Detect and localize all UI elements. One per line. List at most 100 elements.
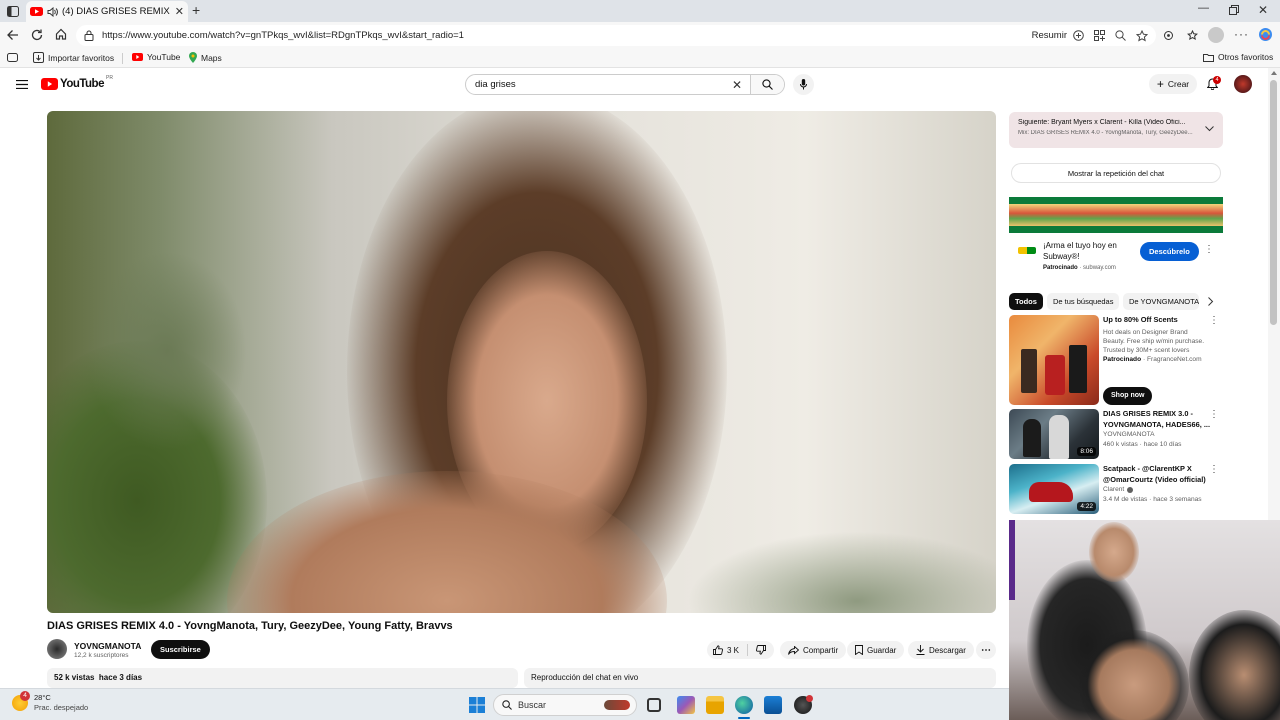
extensions-icon[interactable] [1163,30,1174,41]
like-divider [747,644,749,656]
item-more-icon[interactable]: ⋮ [1209,315,1219,326]
thumbs-down-icon [756,645,766,655]
ad-domain: subway.com [1083,265,1116,271]
account-avatar[interactable] [1234,75,1252,93]
chip-todos[interactable]: Todos [1009,293,1043,310]
copilot-icon[interactable] [1258,27,1273,42]
other-favorites[interactable]: Otros favoritos [1203,52,1273,62]
chip-from-channel[interactable]: De YOVNGMANOTA [1123,293,1199,310]
more-menu-icon[interactable]: ··· [1234,27,1249,41]
app-badge-icon [806,695,813,702]
item-more-icon[interactable]: ⋮ [1209,464,1219,475]
profile-avatar-icon[interactable] [1208,27,1224,43]
weather-widget[interactable]: 4 28°C Prac. despejado [12,691,88,713]
subscribe-button[interactable]: Suscribirse [151,640,210,659]
minimize-icon[interactable]: — [1198,2,1209,14]
item-more-icon[interactable]: ⋮ [1209,409,1219,420]
video-info: Scatpack - @ClarentKP X @OmarCourtz (Vid… [1103,464,1211,504]
copilot-summary-icon[interactable] [1073,30,1084,41]
list-item[interactable]: 8:06 DIAS GRISES REMIX 3.0 - YOVNGMANOTA… [1009,409,1223,459]
video-thumbnail[interactable]: 8:06 [1009,409,1099,459]
more-actions-button[interactable]: ⋯ [976,641,996,659]
search-input[interactable]: dia grises [466,79,732,90]
taskbar-search[interactable]: Buscar [493,694,637,716]
channel-avatar[interactable] [47,639,67,659]
taskbar-search-label: Buscar [518,700,547,710]
video-item-title: DIAS GRISES REMIX 3.0 - YOVNGMANOTA, HAD… [1103,409,1211,429]
ad-sponsored-label: Patrocinado [1043,265,1078,271]
ad-more-icon[interactable]: ⋮ [1204,244,1214,255]
tab-actions-icon[interactable] [6,5,20,17]
create-button[interactable]: + Crear [1149,74,1197,94]
channel-name[interactable]: YOVNGMANOTA [74,641,141,651]
youtube-favicon-icon [30,7,43,16]
browser-tab[interactable]: (4) DIAS GRISES REMIX 4.0 · ✕ [26,1,188,22]
create-label: Crear [1167,79,1190,89]
search-button[interactable] [750,75,784,94]
favorite-star-icon[interactable] [1136,29,1148,42]
search-box: dia grises ✕ [465,74,785,95]
scrollbar-thumb[interactable] [1270,80,1277,325]
video-player[interactable] [47,111,996,613]
file-explorer-icon[interactable] [706,696,724,714]
bookmark-maps[interactable]: Maps [189,52,222,63]
bookmark-import[interactable]: Importar favoritos [33,52,114,63]
views-date: 52 k vistas hace 3 días [54,673,143,682]
close-window-icon[interactable]: ✕ [1258,3,1268,17]
restore-icon[interactable] [1229,5,1239,15]
site-info-icon[interactable] [84,30,94,41]
audio-playing-icon[interactable] [47,6,58,17]
new-tab-icon[interactable]: + [192,2,200,18]
home-icon[interactable] [55,28,67,40]
chat-replay-box[interactable]: Reproducción del chat en vivo [524,668,996,688]
like-button[interactable]: 3 K [713,645,739,655]
share-button[interactable]: Compartir [780,641,847,659]
other-favorites-label: Otros favoritos [1218,52,1274,62]
refresh-icon[interactable] [31,29,43,41]
clear-search-icon[interactable]: ✕ [732,78,742,92]
weather-temp: 28°C [34,693,51,702]
ad-cta-button[interactable]: Descúbrelo [1140,242,1199,261]
show-chat-replay-button[interactable]: Mostrar la repetición del chat [1011,163,1221,183]
chip-from-searches[interactable]: De tus búsquedas [1047,293,1120,310]
scroll-up-icon[interactable] [1271,71,1277,75]
chips-next-icon[interactable] [1208,297,1214,306]
resumir-button[interactable]: Resumir [1032,30,1067,41]
youtube-logo-text: YouTube [60,78,104,90]
app-available-icon[interactable] [1094,30,1105,41]
subway-ad[interactable]: ¡Arma el tuyo hoy en Subway®! Patrocinad… [1009,197,1223,283]
video-item-title: Scatpack - @ClarentKP X @OmarCourtz (Vid… [1103,464,1206,484]
hamburger-menu-icon[interactable] [16,80,28,89]
youtube-logo[interactable]: YouTube PR [41,75,113,90]
chevron-down-icon[interactable] [1205,126,1214,132]
sidebar-toggle-icon[interactable] [7,53,18,62]
video-duration: 8:06 [1077,447,1096,456]
ad-description: Hot deals on Designer Brand Beauty. Free… [1103,328,1205,355]
verified-check-icon [1127,487,1134,494]
download-button[interactable]: Descargar [908,641,974,659]
description-box[interactable]: 52 k vistas hace 3 días [47,668,518,688]
list-item[interactable]: Up to 80% Off Scents Hot deals on Design… [1009,315,1223,405]
edge-browser-icon[interactable] [735,696,753,714]
video-thumbnail[interactable]: 4:22 [1009,464,1099,514]
close-tab-icon[interactable]: ✕ [175,5,184,18]
collections-icon[interactable] [1187,30,1198,41]
url-field[interactable]: https://www.youtube.com/watch?v=gnTPkqs_… [76,25,1156,46]
start-button-icon[interactable] [469,697,485,713]
shop-now-button[interactable]: Shop now [1103,387,1153,405]
zoom-icon[interactable] [1115,30,1126,41]
microsoft-store-icon[interactable] [764,696,782,714]
video-title: DIAS GRISES REMIX 4.0 - YovngManota, Tur… [47,620,453,632]
bookmark-youtube[interactable]: YouTube [132,52,180,62]
copilot-taskbar-icon[interactable] [677,696,695,714]
task-view-icon[interactable] [647,698,661,712]
dislike-button[interactable] [756,645,766,655]
voice-search-button[interactable] [793,74,814,95]
weather-badge: 4 [20,691,30,702]
save-button[interactable]: Guardar [847,641,905,659]
perfume-bottle-shape [1069,345,1087,393]
video-thumbnail[interactable] [1009,315,1099,405]
playlist-next-box[interactable]: Siguiente: Bryant Myers x Clarent - Kill… [1009,112,1223,148]
back-icon[interactable] [7,29,19,41]
list-item[interactable]: 4:22 Scatpack - @ClarentKP X @OmarCourtz… [1009,464,1223,514]
